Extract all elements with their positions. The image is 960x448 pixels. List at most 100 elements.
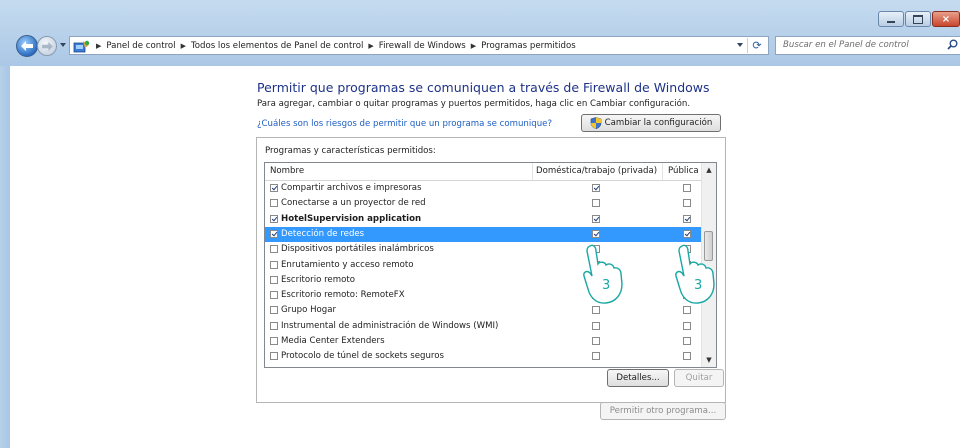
recent-pages-dropdown[interactable] — [60, 43, 66, 47]
public-network-checkbox[interactable] — [683, 229, 691, 238]
breadcrumb-item-all-items[interactable]: Todos los elementos de Panel de control — [191, 41, 363, 51]
close-button[interactable]: × — [932, 11, 960, 27]
minimize-button[interactable] — [878, 11, 904, 27]
table-row[interactable]: HotelSupervision application — [265, 212, 703, 227]
forward-arrow-icon — [41, 41, 53, 51]
breadcrumb-separator-icon: ▶ — [368, 41, 374, 50]
program-name: Dispositivos portátiles inalámbricos — [281, 244, 434, 255]
public-network-checkbox[interactable] — [683, 321, 691, 330]
breadcrumb-item-control-panel[interactable]: Panel de control — [106, 41, 175, 51]
public-network-checkbox[interactable] — [683, 337, 691, 345]
program-enabled-checkbox[interactable] — [270, 184, 278, 192]
content-pane: Permitir que programas se comuniquen a t… — [10, 66, 960, 448]
allow-other-program-button[interactable]: Permitir otro programa... — [600, 402, 726, 420]
private-network-checkbox[interactable] — [592, 352, 600, 361]
remove-button[interactable]: Quitar — [674, 369, 724, 387]
column-private-header[interactable]: Doméstica/trabajo (privada) — [536, 166, 657, 176]
program-enabled-checkbox[interactable] — [270, 260, 278, 269]
table-header: Nombre Doméstica/trabajo (privada) Públi… — [265, 163, 703, 181]
maximize-button[interactable] — [905, 11, 931, 27]
public-network-checkbox[interactable] — [683, 214, 691, 223]
control-panel-icon — [73, 39, 91, 53]
public-network-checkbox[interactable] — [683, 184, 691, 192]
table-row[interactable]: Compartir archivos e impresoras — [265, 181, 703, 196]
refresh-icon: ⟳ — [752, 39, 762, 52]
breadcrumb-separator-icon: ▶ — [96, 41, 102, 50]
page-subtitle: Para agregar, cambiar o quitar programas… — [257, 99, 691, 109]
hand-pointer-icon: 3 — [583, 244, 623, 304]
private-network-checkbox[interactable] — [592, 214, 600, 223]
table-row[interactable]: Instrumental de administración de Window… — [265, 319, 703, 334]
forward-button[interactable] — [37, 36, 57, 56]
scroll-up-icon[interactable]: ▲ — [702, 163, 716, 177]
program-enabled-checkbox[interactable] — [270, 275, 278, 284]
column-divider[interactable] — [662, 163, 663, 180]
callout-number: 3 — [694, 278, 702, 293]
program-name: Enrutamiento y acceso remoto — [281, 259, 414, 270]
scroll-down-icon[interactable]: ▼ — [702, 353, 716, 367]
breadcrumb-item-firewall[interactable]: Firewall de Windows — [379, 41, 466, 51]
program-enabled-checkbox[interactable] — [270, 291, 278, 300]
allowed-programs-group: Programas y características permitidos: … — [256, 137, 726, 403]
program-name: HotelSupervision application — [281, 213, 422, 224]
breadcrumb-separator-icon: ▶ — [180, 41, 186, 50]
change-settings-label: Cambiar la configuración — [604, 118, 713, 128]
public-network-checkbox[interactable] — [683, 306, 691, 315]
group-title: Programas y características permitidos: — [265, 146, 436, 156]
programs-table[interactable]: Nombre Doméstica/trabajo (privada) Públi… — [264, 162, 717, 368]
address-history-dropdown[interactable] — [737, 43, 743, 47]
program-enabled-checkbox[interactable] — [270, 229, 278, 238]
refresh-button[interactable]: ⟳ — [747, 38, 766, 53]
program-name: Instrumental de administración de Window… — [281, 320, 499, 331]
breadcrumb-item-allowed-programs[interactable]: Programas permitidos — [481, 41, 576, 51]
program-enabled-checkbox[interactable] — [270, 321, 278, 330]
private-network-checkbox[interactable] — [592, 184, 600, 192]
program-enabled-checkbox[interactable] — [270, 337, 278, 345]
address-bar[interactable]: ▶ Panel de control ▶ Todos los elementos… — [69, 36, 769, 55]
change-settings-button[interactable]: Cambiar la configuración — [581, 114, 721, 132]
column-name-header[interactable]: Nombre — [270, 166, 304, 176]
public-network-checkbox[interactable] — [683, 199, 691, 208]
column-public-header[interactable]: Pública — [668, 166, 699, 176]
program-enabled-checkbox[interactable] — [270, 214, 278, 223]
search-icon[interactable] — [947, 39, 958, 53]
minimize-icon — [887, 20, 895, 23]
program-enabled-checkbox[interactable] — [270, 199, 278, 208]
hand-pointer-icon: 3 — [675, 244, 715, 304]
table-row[interactable]: Protocolo de túnel de sockets seguros — [265, 349, 703, 364]
back-arrow-icon — [21, 41, 33, 51]
program-name: Escritorio remoto: RemoteFX — [281, 290, 405, 301]
risk-help-link[interactable]: ¿Cuáles son los riesgos de permitir que … — [257, 119, 552, 129]
table-row[interactable]: Conectarse a un proyector de red — [265, 196, 703, 211]
program-name: Protocolo de túnel de sockets seguros — [281, 351, 444, 362]
window-controls: × — [877, 11, 960, 28]
program-name: Media Center Extenders — [281, 336, 385, 346]
back-button[interactable] — [16, 35, 38, 57]
search-input[interactable]: Buscar en el Panel de control — [775, 36, 960, 55]
program-name: Escritorio remoto — [281, 274, 355, 285]
program-enabled-checkbox[interactable] — [270, 306, 278, 315]
private-network-checkbox[interactable] — [592, 321, 600, 330]
column-divider[interactable] — [532, 163, 533, 180]
table-row[interactable]: Media Center Extenders — [265, 334, 703, 349]
callout-number: 3 — [602, 278, 610, 293]
private-network-checkbox[interactable] — [592, 306, 600, 315]
search-placeholder: Buscar en el Panel de control — [783, 40, 909, 50]
private-network-checkbox[interactable] — [592, 337, 600, 345]
program-name: Grupo Hogar — [281, 305, 337, 316]
maximize-icon — [913, 14, 923, 24]
program-enabled-checkbox[interactable] — [270, 352, 278, 361]
breadcrumb-separator-icon: ▶ — [470, 41, 477, 50]
private-network-checkbox[interactable] — [592, 199, 600, 208]
page-title: Permitir que programas se comuniquen a t… — [257, 80, 710, 95]
window-frame-left — [0, 66, 10, 448]
program-name: Conectarse a un proyector de red — [281, 198, 426, 209]
private-network-checkbox[interactable] — [592, 229, 600, 238]
details-button[interactable]: Detalles... — [607, 369, 669, 387]
navigation-bar: ▶ Panel de control ▶ Todos los elementos… — [10, 34, 960, 58]
public-network-checkbox[interactable] — [683, 352, 691, 361]
table-row[interactable]: Detección de redes — [265, 226, 703, 242]
program-enabled-checkbox[interactable] — [270, 245, 278, 254]
breadcrumb: ▶ Panel de control ▶ Todos los elementos… — [91, 41, 576, 51]
program-name: Detección de redes — [281, 228, 365, 239]
